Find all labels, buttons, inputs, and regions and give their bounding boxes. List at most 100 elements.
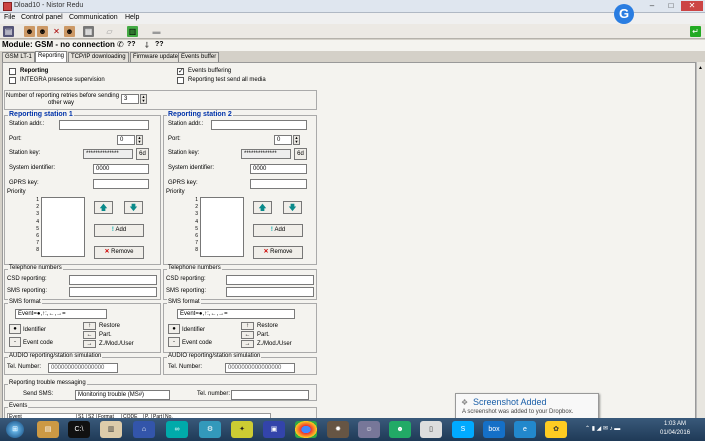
identifier2-button[interactable]: ● — [168, 324, 180, 334]
user-icon[interactable]: ☺ — [358, 421, 380, 438]
reporting-label: Reporting — [20, 68, 49, 74]
station1-priority-list[interactable] — [41, 197, 85, 257]
tray-time[interactable]: 1:03 AM — [664, 421, 686, 427]
menu-file[interactable]: File — [4, 14, 15, 21]
station2-sysid-input[interactable]: 0000 — [250, 164, 307, 174]
users-icon[interactable]: ☻ — [24, 26, 35, 37]
toolbar: ▤ ☻ ☻ ✕ ☻ ▦ ▱ ▥ ▬ ↵ — [0, 24, 705, 39]
station2-key-input[interactable]: ************** — [241, 149, 291, 159]
station1-key-button[interactable]: 6d — [136, 148, 149, 160]
skype-icon[interactable]: S — [452, 421, 474, 438]
part2-button[interactable]: ← — [241, 331, 254, 339]
user-remove-icon[interactable]: ☻ — [64, 26, 75, 37]
zmod1-button[interactable]: → — [83, 340, 96, 348]
station1-port-input[interactable]: 0 — [117, 135, 135, 145]
reporting-checkbox[interactable] — [9, 68, 16, 75]
station1-gprs-input[interactable] — [93, 179, 149, 189]
app-icon-yellow[interactable]: ✿ — [545, 421, 567, 438]
station2-key-button[interactable]: 6d — [294, 148, 307, 160]
g-extension-icon[interactable]: G — [614, 4, 634, 24]
maximize-button[interactable]: □ — [662, 1, 680, 11]
dropbox-notification[interactable]: ❖ Screenshot Added A screenshot was adde… — [455, 393, 599, 419]
vertical-scrollbar[interactable]: ▲ — [696, 62, 705, 441]
save-icon[interactable]: ▣ — [263, 421, 285, 438]
station1-key-input[interactable]: ************** — [83, 149, 133, 159]
menu-control-panel[interactable]: Control panel — [21, 14, 63, 21]
integra-app-icon[interactable]: ✦ — [231, 421, 253, 438]
identifier1-button[interactable]: ● — [9, 324, 21, 334]
tray-date[interactable]: 01/04/2016 — [660, 430, 690, 436]
document-icon[interactable]: ▯ — [420, 421, 442, 438]
tab-events-buffer[interactable]: Events buffer — [178, 52, 220, 62]
station2-remove-button[interactable]: ✕ Remove — [253, 246, 303, 259]
events-buffering-checkbox[interactable]: ✓ — [177, 68, 184, 75]
terminal-icon[interactable]: C:\ — [68, 421, 90, 438]
station2-port-spinner[interactable]: ▲ ▼ — [293, 135, 300, 145]
report-test-checkbox[interactable] — [177, 77, 184, 84]
station2-priority-list[interactable] — [200, 197, 244, 257]
station2-port-input[interactable]: 0 — [274, 135, 292, 145]
chrome-icon[interactable] — [295, 421, 317, 438]
files-icon[interactable]: ▥ — [100, 421, 122, 438]
module-icon[interactable]: ▥ — [127, 26, 138, 37]
audio1-tel-input[interactable]: 0000000000000000 — [48, 363, 118, 373]
tab-tcpip-downloading[interactable]: TCP/IP downloading — [68, 52, 129, 62]
start-icon[interactable]: ⊞ — [6, 421, 24, 438]
part1-button[interactable]: ← — [83, 331, 96, 339]
send-sms-input[interactable]: Monitoring trouble (MS#) — [75, 390, 170, 400]
gear-icon[interactable]: ✹ — [327, 421, 349, 438]
station2-up-button[interactable]: 🡅 — [253, 201, 272, 214]
tab-firmware-update[interactable]: Firmware update — [130, 52, 182, 62]
eraser-icon[interactable]: ▱ — [104, 26, 115, 37]
tab-reporting[interactable]: Reporting — [35, 51, 68, 62]
minimize-button[interactable]: – — [643, 1, 661, 11]
delete-icon[interactable]: ✕ — [51, 26, 62, 37]
calculator-icon[interactable]: ▦ — [83, 26, 94, 37]
scroll-up-arrow-icon[interactable]: ▲ — [698, 65, 703, 71]
station1-port-spinner[interactable]: ▲ ▼ — [136, 135, 143, 145]
sms2-input[interactable] — [226, 287, 314, 297]
csd1-input[interactable] — [69, 275, 157, 285]
sms-format1-input[interactable]: Event=●,↑:,←,→= — [15, 309, 107, 319]
open-icon[interactable]: ▤ — [3, 26, 14, 37]
retries-spinner[interactable]: ▲ ▼ — [140, 94, 147, 104]
station1-remove-button[interactable]: ✕ Remove — [94, 246, 144, 259]
csd2-input[interactable] — [226, 275, 314, 285]
restore2-button[interactable]: ↑ — [241, 322, 254, 330]
audio2-tel-input[interactable]: 0000000000000000 — [225, 363, 295, 373]
audio2-title: AUDIO reporting/station simulation — [167, 353, 262, 359]
station1-add-button[interactable]: ! Add — [94, 224, 144, 237]
retries-input[interactable]: 3 — [121, 94, 139, 104]
station2-gprs-input[interactable] — [250, 179, 307, 189]
station2-down-button[interactable]: 🡇 — [283, 201, 302, 214]
print-icon[interactable]: ▬ — [151, 26, 162, 37]
station1-down-button[interactable]: 🡇 — [124, 201, 143, 214]
explorer-icon[interactable]: ▤ — [37, 421, 59, 438]
station2-add-button[interactable]: ! Add — [253, 224, 303, 237]
arduino-icon[interactable]: ∞ — [166, 421, 188, 438]
event-code2-button[interactable]: - — [168, 337, 180, 347]
tab-gsm-lt1[interactable]: GSM LT-1 — [2, 52, 35, 62]
tel-number-input[interactable] — [231, 390, 309, 400]
restore1-button[interactable]: ↑ — [83, 322, 96, 330]
users-edit-icon[interactable]: ☻ — [37, 26, 48, 37]
sms1-input[interactable] — [69, 287, 157, 297]
integra-checkbox[interactable] — [9, 77, 16, 84]
people-icon[interactable]: ☻ — [389, 421, 411, 438]
zmod2-button[interactable]: → — [241, 340, 254, 348]
ie-icon[interactable]: e — [514, 421, 536, 438]
menu-help[interactable]: Help — [125, 14, 139, 21]
menu-communication[interactable]: Communication — [69, 14, 118, 21]
station1-up-button[interactable]: 🡅 — [94, 201, 113, 214]
box-icon[interactable]: box — [483, 421, 505, 438]
station2-addr-input[interactable] — [211, 120, 307, 130]
event-code1-button[interactable]: - — [9, 337, 21, 347]
exit-icon[interactable]: ↵ — [690, 26, 701, 37]
close-button[interactable]: ✕ — [681, 1, 703, 11]
settings-icon[interactable]: ⚙ — [199, 421, 221, 438]
station1-addr-input[interactable] — [59, 120, 149, 130]
sms-format2-input[interactable]: Event=●,↑:,←,→= — [177, 309, 295, 319]
station1-priority-numbers: 12345678 — [36, 197, 39, 254]
station1-sysid-input[interactable]: 0000 — [93, 164, 149, 174]
network-icon[interactable]: ⌂ — [133, 421, 155, 438]
